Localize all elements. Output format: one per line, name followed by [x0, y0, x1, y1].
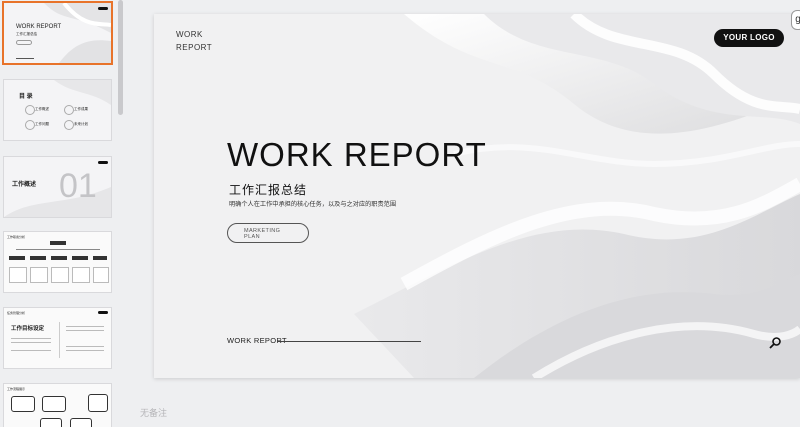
thumb-root-box [50, 241, 66, 245]
thumb-logo [98, 161, 108, 164]
thumb-circle [25, 105, 35, 115]
thumb-text-line [66, 350, 104, 351]
thumb-title: 工作概述 [12, 182, 37, 188]
thumb-heading: 目 录 [19, 94, 33, 100]
pill-label: MARKETING PLAN [244, 228, 281, 240]
side-tool-icon[interactable]: g [791, 10, 800, 30]
thumb-text-line [66, 330, 104, 331]
thumb-text-line [66, 326, 104, 327]
thumb-text-box [51, 267, 69, 283]
footer-line [277, 341, 421, 342]
slide-description: 明确个人在工作中承担的核心任务，以及与之对应的职责范围 [229, 201, 397, 208]
thumb-header: 工作职责分析 [7, 235, 26, 239]
thumb-text-line [11, 342, 51, 343]
thumb-pill [16, 40, 32, 45]
slide-thumbnail-4[interactable]: 工作职责分析 [4, 232, 111, 292]
thumb-text-box [93, 267, 109, 283]
slide-thumbnail-6[interactable]: 工作流程展示 [4, 384, 111, 427]
thumb-text-line [66, 346, 104, 347]
speaker-notes-placeholder[interactable]: 无备注 [140, 406, 167, 419]
slide-thumbnail-5[interactable]: 任务管理分析 工作目标设定 [4, 308, 111, 368]
thumb-text-line [11, 338, 51, 339]
thumb-number: 01 [59, 167, 97, 205]
thumb-circle [64, 120, 74, 130]
thumbnail-scrollbar[interactable] [118, 0, 123, 115]
thumb-node [51, 256, 67, 260]
thumb-text-box [72, 267, 90, 283]
marketing-plan-pill[interactable]: MARKETING PLAN [227, 223, 309, 243]
thumb-header: 工作流程展示 [7, 387, 26, 391]
thumb-node [93, 256, 107, 260]
thumb-logo [98, 7, 108, 10]
main-slide-canvas[interactable]: WORK REPORT YOUR LOGO WORK REPORT 工作汇报总结… [154, 14, 800, 378]
thumb-item: 工作成果 [74, 107, 88, 111]
slide-thumbnail-panel: WORK REPORT 工作汇报总结 目 录 工作概述 工作成果 工作问题 未来… [0, 0, 126, 427]
slide-thumbnail-3[interactable]: 工作概述 01 [4, 157, 111, 217]
thumb-node [30, 256, 46, 260]
slide-subtitle: 工作汇报总结 [229, 183, 308, 197]
logo-badge[interactable]: YOUR LOGO [714, 29, 784, 47]
thumb-circle [25, 120, 35, 130]
thumb-title: WORK REPORT [16, 24, 62, 30]
thumb-title: 工作目标设定 [11, 326, 45, 332]
thumb-item: 工作概述 [35, 107, 49, 111]
thumb-header: 任务管理分析 [7, 311, 26, 315]
slide-thumbnail-2[interactable]: 目 录 工作概述 工作成果 工作问题 未来计划 [4, 80, 111, 140]
thumb-node [9, 256, 25, 260]
thumb-item: 工作问题 [35, 122, 49, 126]
thumb-node [72, 256, 88, 260]
slide-thumbnail-1[interactable]: WORK REPORT 工作汇报总结 [4, 3, 111, 63]
thumb-flow-box [11, 396, 35, 412]
wave-background [54, 80, 111, 105]
thumb-flow-box [40, 418, 62, 427]
thumb-text-line [11, 350, 51, 351]
slide-title: WORK REPORT [227, 136, 487, 173]
thumb-text-box [9, 267, 27, 283]
thumb-circle [64, 105, 74, 115]
thumb-flow-box [70, 418, 92, 427]
thumb-logo [98, 311, 108, 314]
thumb-flow-box [88, 394, 108, 412]
search-icon[interactable] [768, 336, 782, 350]
thumb-line [16, 58, 34, 59]
top-left-label: WORK REPORT [176, 30, 213, 52]
thumb-text-box [30, 267, 48, 283]
thumb-subtitle: 工作汇报总结 [16, 32, 37, 36]
thumb-item: 未来计划 [74, 122, 88, 126]
thumb-connector [16, 249, 100, 250]
thumb-flow-box [42, 396, 66, 412]
thumb-divider [59, 322, 60, 358]
